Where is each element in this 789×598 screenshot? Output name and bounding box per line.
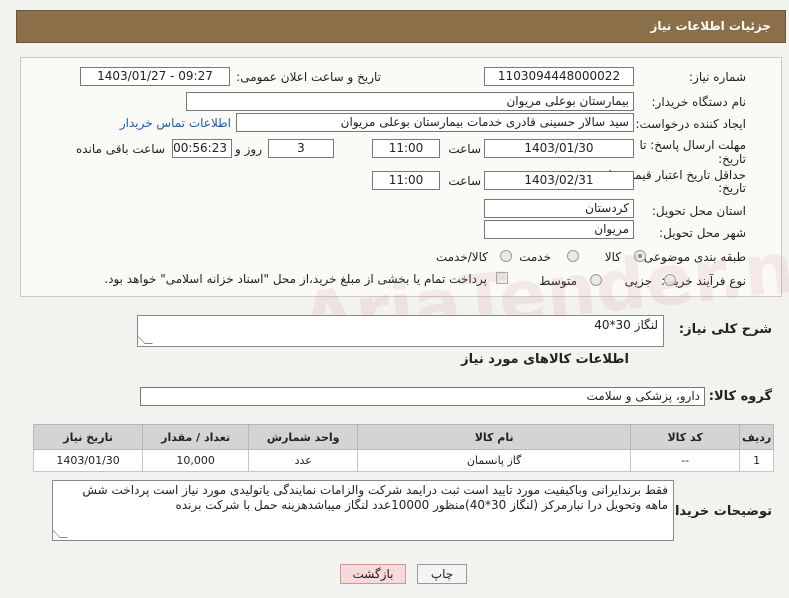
announce-datetime-label: تاریخ و ساعت اعلان عمومی: xyxy=(236,70,381,84)
validity-time-field: 11:00 xyxy=(372,171,440,190)
overall-desc-label: شرح کلی نیاز: xyxy=(678,322,772,337)
table-row: 1 -- گاز پانسمان عدد 10,000 1403/01/30 xyxy=(32,449,774,472)
category-goods-service-radio[interactable] xyxy=(500,250,512,262)
reply-deadline-date-label: تاریخ: xyxy=(718,152,746,166)
process-partial-label: جزیی xyxy=(624,274,652,288)
province-field: کردستان xyxy=(484,199,634,218)
city-field: مریوان xyxy=(484,220,634,239)
reply-deadline-label: مهلت ارسال پاسخ: تا xyxy=(639,138,746,152)
validity-time-word: ساعت xyxy=(448,174,481,188)
remaining-word: ساعت باقی مانده xyxy=(75,142,165,156)
cell-item-name: گاز پانسمان xyxy=(357,449,632,472)
treasury-checkbox[interactable] xyxy=(496,272,508,284)
col-header-quantity: تعداد / مقدار xyxy=(142,424,250,450)
cell-item-code: -- xyxy=(630,449,741,472)
process-medium-label: متوسط xyxy=(539,274,577,288)
cell-unit: عدد xyxy=(248,449,359,472)
need-number-label: شماره نیاز: xyxy=(689,70,746,84)
category-goods-label: کالا xyxy=(604,250,621,264)
city-label: شهر محل تحویل: xyxy=(659,226,746,240)
process-medium-radio[interactable] xyxy=(590,274,602,286)
announce-datetime-field: 1403/01/27 - 09:27 xyxy=(80,67,230,86)
table-header-row: ردیف کد کالا نام کالا واحد شمارش تعداد /… xyxy=(32,424,774,450)
validity-date-field: 1403/02/31 xyxy=(484,171,634,190)
page-header: جزئیات اطلاعات نیاز xyxy=(16,10,786,43)
reply-time-word: ساعت xyxy=(448,142,481,156)
buyer-org-field: بیمارستان بوعلی مریوان xyxy=(186,92,634,111)
requester-field: سید سالار حسینی قادری خدمات بیمارستان بو… xyxy=(236,113,634,132)
col-header-item-code: کد کالا xyxy=(630,424,741,450)
requester-label: ایجاد کننده درخواست: xyxy=(635,117,746,131)
resize-grip-icon[interactable] xyxy=(137,336,153,344)
days-field: 3 xyxy=(268,139,334,158)
cell-quantity: 10,000 xyxy=(142,449,250,472)
day-and-word: روز و xyxy=(235,142,262,156)
buyer-org-label: نام دستگاه خریدار: xyxy=(651,95,747,109)
col-header-unit: واحد شمارش xyxy=(248,424,359,450)
overall-desc-field: لنگاز 30*40 xyxy=(137,315,664,347)
buyer-notes-text: فقط برندایرانی وباکیفیت مورد تایید است ث… xyxy=(82,483,668,512)
category-label: طبقه بندی موضوعی: xyxy=(639,250,746,264)
items-table: ردیف کد کالا نام کالا واحد شمارش تعداد /… xyxy=(32,424,774,472)
category-goods-service-label: کالا/خدمت xyxy=(435,250,488,264)
price-validity-date-label: تاریخ: xyxy=(718,181,746,195)
need-number-field: 1103094448000022 xyxy=(484,67,634,86)
process-partial-radio[interactable] xyxy=(664,274,676,286)
page-title: جزئیات اطلاعات نیاز xyxy=(650,19,771,33)
contact-info-link[interactable]: اطلاعات تماس خریدار xyxy=(120,116,231,130)
buyer-notes-field: فقط برندایرانی وباکیفیت مورد تایید است ث… xyxy=(52,480,674,541)
cell-need-date: 1403/01/30 xyxy=(32,449,144,472)
overall-desc-text: لنگاز 30*40 xyxy=(594,318,658,332)
category-service-label: خدمت xyxy=(519,250,551,264)
buyer-notes-label: توضیحات خریدار: xyxy=(662,504,772,519)
col-header-row-number: ردیف xyxy=(739,424,774,450)
remaining-time-field: 00:56:23 xyxy=(172,139,232,158)
cell-row-number: 1 xyxy=(739,449,774,472)
reply-time-field: 11:00 xyxy=(372,139,440,158)
category-service-radio[interactable] xyxy=(567,250,579,262)
reply-date-field: 1403/01/30 xyxy=(484,139,634,158)
goods-info-title: اطلاعات کالاهای مورد نیاز xyxy=(461,352,629,367)
resize-grip-icon[interactable] xyxy=(52,530,68,538)
col-header-need-date: تاریخ نیاز xyxy=(32,424,144,450)
col-header-item-name: نام کالا xyxy=(357,424,632,450)
goods-group-field: دارو، پزشکی و سلامت xyxy=(140,387,705,406)
back-button[interactable]: بازگشت xyxy=(340,564,406,584)
goods-group-label: گروه کالا: xyxy=(708,389,772,404)
province-label: استان محل تحویل: xyxy=(651,204,746,218)
print-button[interactable]: چاپ xyxy=(417,564,467,584)
treasury-note: پرداخت تمام یا بخشی از مبلغ خرید،از محل … xyxy=(104,272,487,286)
category-goods-radio[interactable] xyxy=(634,250,646,262)
